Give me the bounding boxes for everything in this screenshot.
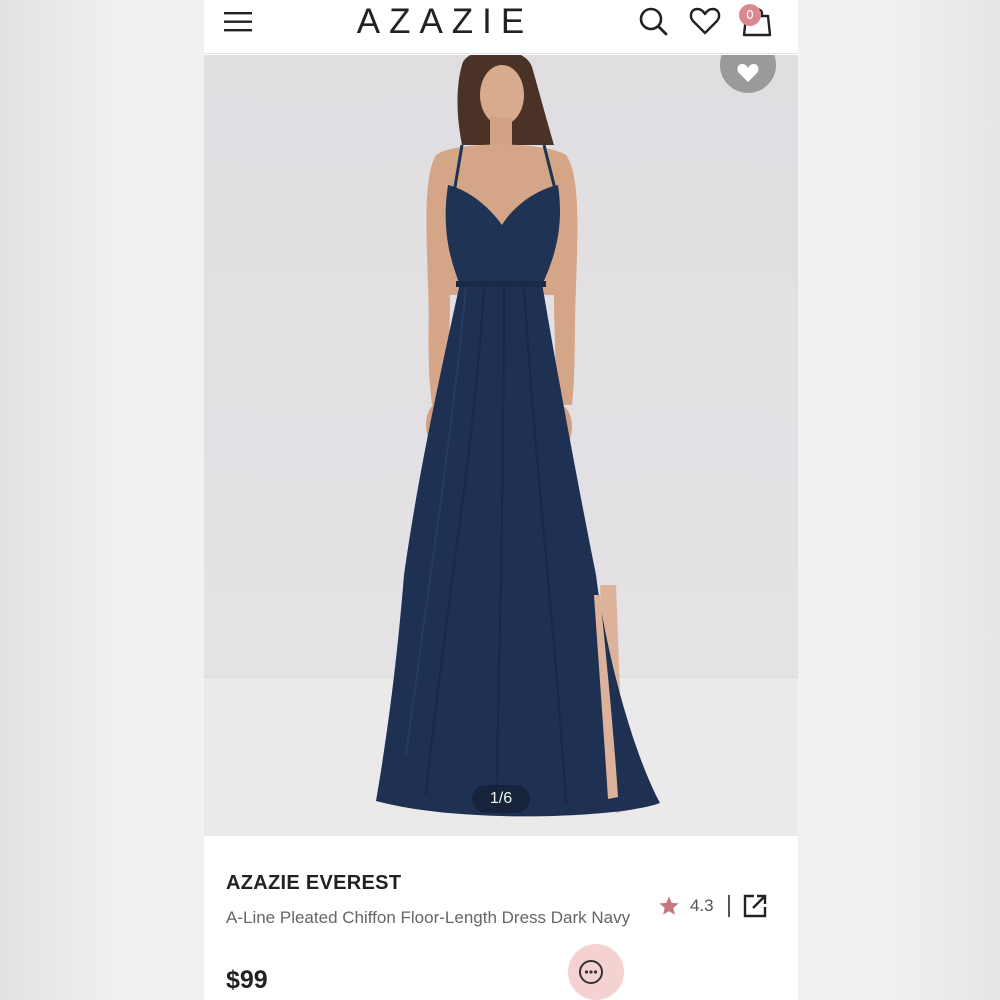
product-page: AZAZIE 0 1/6 AZAZIE EVEREST A-Line Pleat… bbox=[204, 0, 798, 1000]
top-bar: AZAZIE 0 bbox=[204, 0, 798, 54]
favorite-icon bbox=[737, 64, 759, 82]
rating-box[interactable]: 4.3 bbox=[652, 890, 776, 922]
chat-icon bbox=[579, 960, 603, 984]
share-icon[interactable] bbox=[742, 893, 768, 919]
cart-count-badge: 0 bbox=[739, 4, 761, 26]
star-icon bbox=[659, 896, 679, 915]
product-info: AZAZIE EVEREST A-Line Pleated Chiffon Fl… bbox=[204, 836, 798, 1000]
rating-divider bbox=[727, 895, 730, 917]
product-image-gallery[interactable]: 1/6 bbox=[204, 55, 798, 836]
menu-icon[interactable] bbox=[222, 8, 254, 36]
product-photo bbox=[204, 55, 798, 836]
product-brand[interactable]: AZAZIE EVEREST bbox=[226, 872, 401, 895]
brand-logo[interactable]: AZAZIE bbox=[340, 2, 550, 42]
rating-value: 4.3 bbox=[690, 896, 714, 915]
chat-button[interactable] bbox=[568, 944, 624, 1000]
search-icon[interactable] bbox=[636, 4, 670, 38]
image-counter: 1/6 bbox=[472, 785, 530, 813]
product-price: $99 bbox=[226, 966, 268, 994]
heart-icon[interactable] bbox=[688, 4, 722, 38]
product-name: A-Line Pleated Chiffon Floor-Length Dres… bbox=[226, 908, 631, 927]
